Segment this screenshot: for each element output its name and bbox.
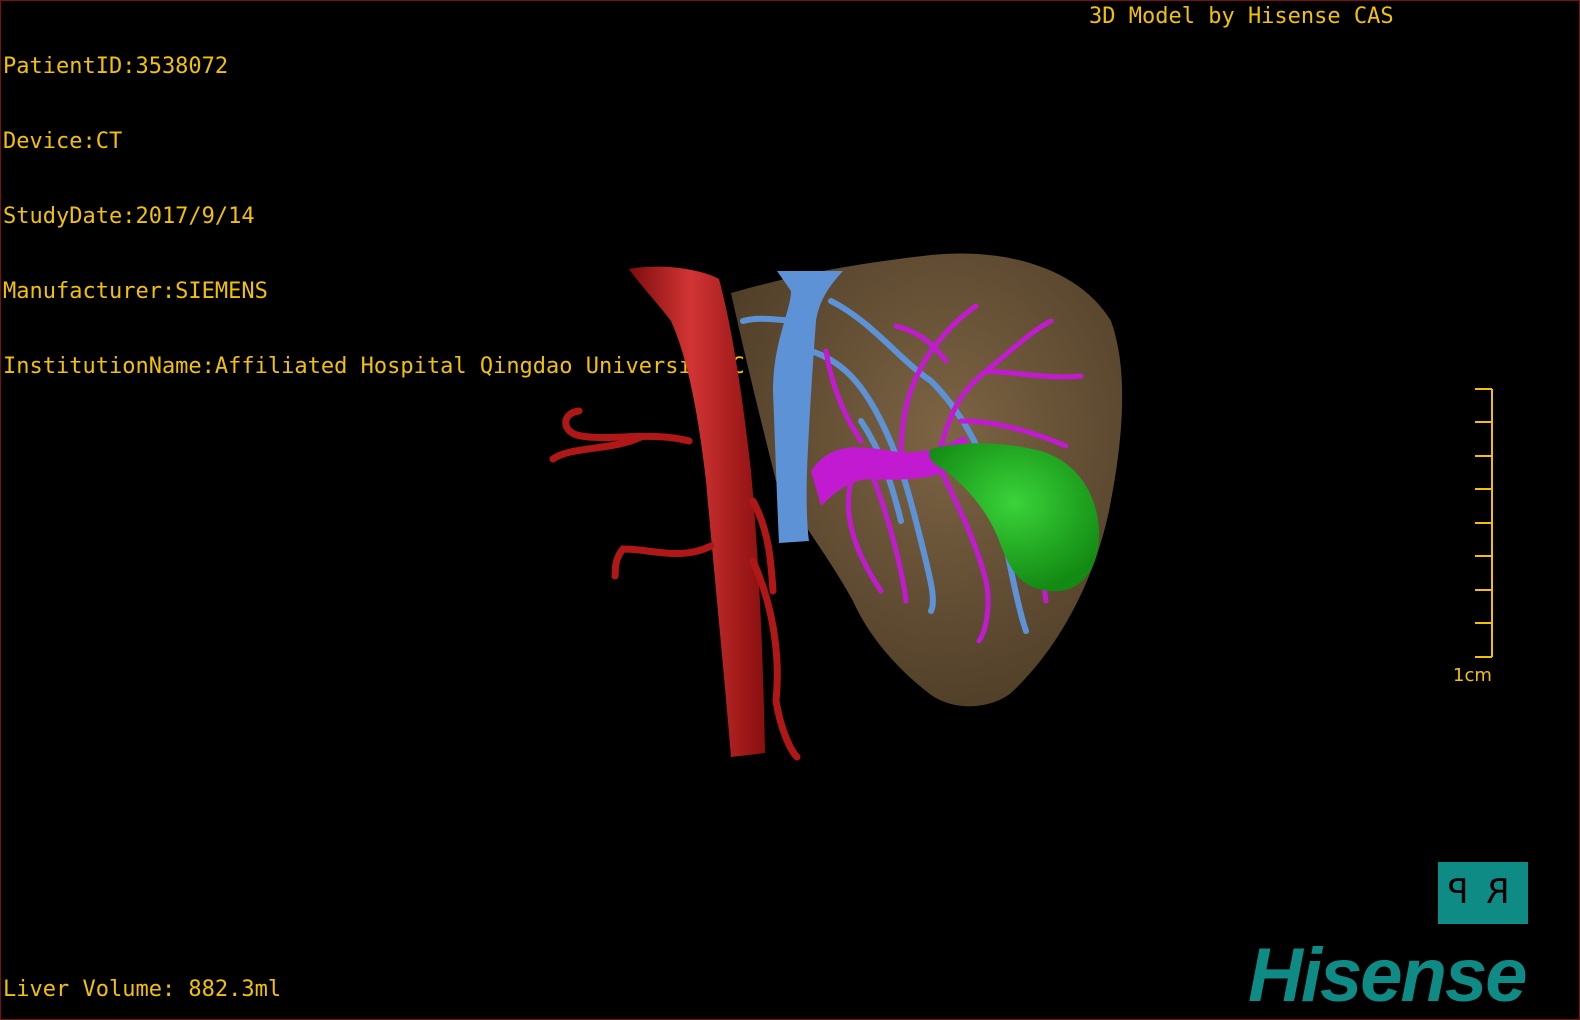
scale-bar-label: 1cm [1453,665,1492,686]
liver-volume-text: Liver Volume: 882.3ml [3,977,282,1002]
orientation-face-right: R [1486,872,1510,912]
liver-3d-model[interactable] [1,1,1580,1020]
scale-bar [1475,388,1493,658]
orientation-cube[interactable]: P R [1438,862,1528,924]
3d-viewport[interactable]: PatientID:3538072 Device:CT StudyDate:20… [0,0,1580,1020]
hisense-logo: Hisense [1248,933,1527,1018]
orientation-face-posterior: P [1448,872,1469,912]
